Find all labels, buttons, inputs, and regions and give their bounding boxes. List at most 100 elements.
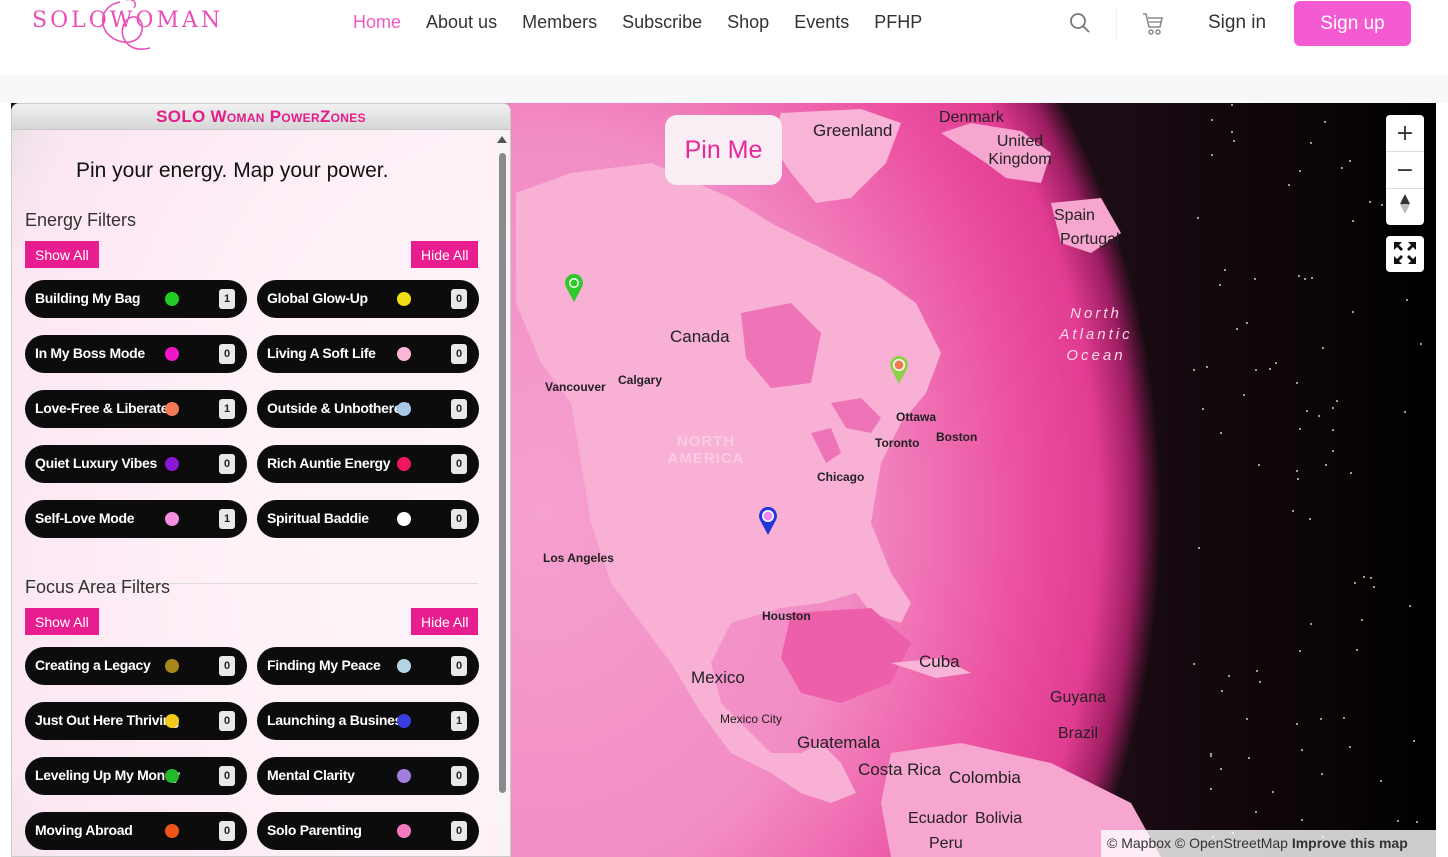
filter-chip[interactable]: Solo Parenting 0 <box>257 812 479 850</box>
filter-chip[interactable]: Launching a Business 1 <box>257 702 479 740</box>
filter-color-dot-icon <box>397 512 411 526</box>
nav-pfhp[interactable]: PFHP <box>874 12 922 33</box>
filter-chip[interactable]: Rich Auntie Energy 0 <box>257 445 479 483</box>
filter-chip-label: Outside & Unbothered <box>267 400 410 416</box>
filter-count-badge: 1 <box>219 509 235 529</box>
filter-chip-label: In My Boss Mode <box>35 345 145 361</box>
nav-subscribe[interactable]: Subscribe <box>622 12 702 33</box>
filter-chip[interactable]: Just Out Here Thriving 0 <box>25 702 247 740</box>
filter-chip[interactable]: Love-Free & Liberated 1 <box>25 390 247 428</box>
energy-show-all-button[interactable]: Show All <box>25 241 99 268</box>
label-united-kingdom: United Kingdom <box>988 133 1052 168</box>
filter-color-dot-icon <box>397 769 411 783</box>
label-spain: Spain <box>1054 207 1095 224</box>
filter-chip-label: Rich Auntie Energy <box>267 455 391 471</box>
label-colombia: Colombia <box>949 768 1021 787</box>
attribution-osm[interactable]: © OpenStreetMap <box>1175 835 1288 851</box>
sign-up-button[interactable]: Sign up <box>1294 1 1411 46</box>
energy-hide-all-button[interactable]: Hide All <box>411 241 479 268</box>
label-ecuador: Ecuador <box>908 810 968 827</box>
filter-color-dot-icon <box>165 824 179 838</box>
filter-count-badge: 0 <box>219 821 235 841</box>
map-marker-purple[interactable] <box>758 506 778 536</box>
nav-members[interactable]: Members <box>522 12 597 33</box>
filter-color-dot-icon <box>165 659 179 673</box>
label-mexico: Mexico <box>691 668 745 687</box>
attribution-improve[interactable]: Improve this map <box>1292 835 1408 851</box>
scroll-up-arrow-icon[interactable] <box>497 136 507 143</box>
filter-color-dot-icon <box>397 347 411 361</box>
label-calgary: Calgary <box>618 373 663 387</box>
label-boston: Boston <box>936 430 978 444</box>
compass-icon[interactable] <box>1386 189 1424 225</box>
filter-chip[interactable]: Mental Clarity 0 <box>257 757 479 795</box>
search-icon[interactable] <box>1068 11 1092 35</box>
label-costa-rica: Costa Rica <box>858 760 942 779</box>
solowoman-logo[interactable]: SOLOWOMAN <box>30 0 220 56</box>
pin-me-button[interactable]: Pin Me <box>665 115 782 185</box>
filter-color-dot-icon <box>397 659 411 673</box>
fullscreen-icon[interactable] <box>1386 236 1424 272</box>
zoom-out-button[interactable]: − <box>1386 152 1424 188</box>
filter-chip[interactable]: Finding My Peace 0 <box>257 647 479 685</box>
filter-color-dot-icon <box>165 347 179 361</box>
nav-about-us[interactable]: About us <box>426 12 497 33</box>
filter-color-dot-icon <box>397 824 411 838</box>
filter-chip[interactable]: Self-Love Mode 1 <box>25 500 247 538</box>
label-portugal: Portugal <box>1060 231 1120 248</box>
filter-chip[interactable]: Living A Soft Life 0 <box>257 335 479 373</box>
filter-chip-label: Just Out Here Thriving <box>35 712 180 728</box>
zoom-in-button[interactable]: + <box>1386 115 1424 151</box>
filter-chip[interactable]: Building My Bag 1 <box>25 280 247 318</box>
filter-chip[interactable]: Outside & Unbothered 0 <box>257 390 479 428</box>
filter-count-badge: 0 <box>219 344 235 364</box>
filter-chip[interactable]: Moving Abroad 0 <box>25 812 247 850</box>
label-peru: Peru <box>929 835 963 852</box>
nav-shop[interactable]: Shop <box>727 12 769 33</box>
filter-chip-label: Solo Parenting <box>267 822 362 838</box>
filter-color-dot-icon <box>397 714 411 728</box>
filter-count-badge: 0 <box>219 766 235 786</box>
header-spacer <box>0 75 1448 103</box>
map-marker-orange[interactable] <box>889 355 909 385</box>
filter-color-dot-icon <box>397 402 411 416</box>
label-mexico-city: Mexico City <box>720 712 783 726</box>
filter-chip[interactable]: Spiritual Baddie 0 <box>257 500 479 538</box>
filter-count-badge: 0 <box>219 711 235 731</box>
filter-color-dot-icon <box>165 402 179 416</box>
filter-color-dot-icon <box>397 457 411 471</box>
label-toronto: Toronto <box>875 436 920 450</box>
attribution-mapbox[interactable]: © Mapbox <box>1107 835 1171 851</box>
sign-in-link[interactable]: Sign in <box>1208 12 1266 34</box>
focus-show-all-button[interactable]: Show All <box>25 608 99 635</box>
label-vancouver: Vancouver <box>545 380 606 394</box>
filter-chip[interactable]: Global Glow-Up 0 <box>257 280 479 318</box>
filter-color-dot-icon <box>165 292 179 306</box>
zoom-controls: + − <box>1386 115 1424 225</box>
label-houston: Houston <box>762 609 811 623</box>
filter-count-badge: 0 <box>451 509 467 529</box>
filter-count-badge: 0 <box>451 454 467 474</box>
scroll-thumb[interactable] <box>499 153 506 793</box>
filter-chip-label: Quiet Luxury Vibes <box>35 455 157 471</box>
filter-chip[interactable]: Quiet Luxury Vibes 0 <box>25 445 247 483</box>
filter-chip-label: Leveling Up My Money <box>35 767 180 783</box>
filter-chip[interactable]: Creating a Legacy 0 <box>25 647 247 685</box>
filter-count-badge: 0 <box>451 656 467 676</box>
filter-chip-label: Mental Clarity <box>267 767 355 783</box>
filter-chip[interactable]: Leveling Up My Money 0 <box>25 757 247 795</box>
filter-chip-label: Love-Free & Liberated <box>35 400 177 416</box>
cart-icon[interactable] <box>1141 11 1165 35</box>
nav-events[interactable]: Events <box>794 12 849 33</box>
focus-hide-all-button[interactable]: Hide All <box>411 608 479 635</box>
panel-title: SOLO Woman PowerZones <box>12 104 510 130</box>
label-guyana: Guyana <box>1050 689 1107 706</box>
filter-chip-label: Launching a Business <box>267 712 410 728</box>
label-canada: Canada <box>670 327 730 346</box>
filter-count-badge: 1 <box>219 399 235 419</box>
map-marker-green[interactable] <box>564 273 584 303</box>
panel-scrollbar[interactable] <box>494 131 510 856</box>
filter-chip-label: Spiritual Baddie <box>267 510 369 526</box>
nav-home[interactable]: Home <box>353 12 401 33</box>
filter-chip[interactable]: In My Boss Mode 0 <box>25 335 247 373</box>
